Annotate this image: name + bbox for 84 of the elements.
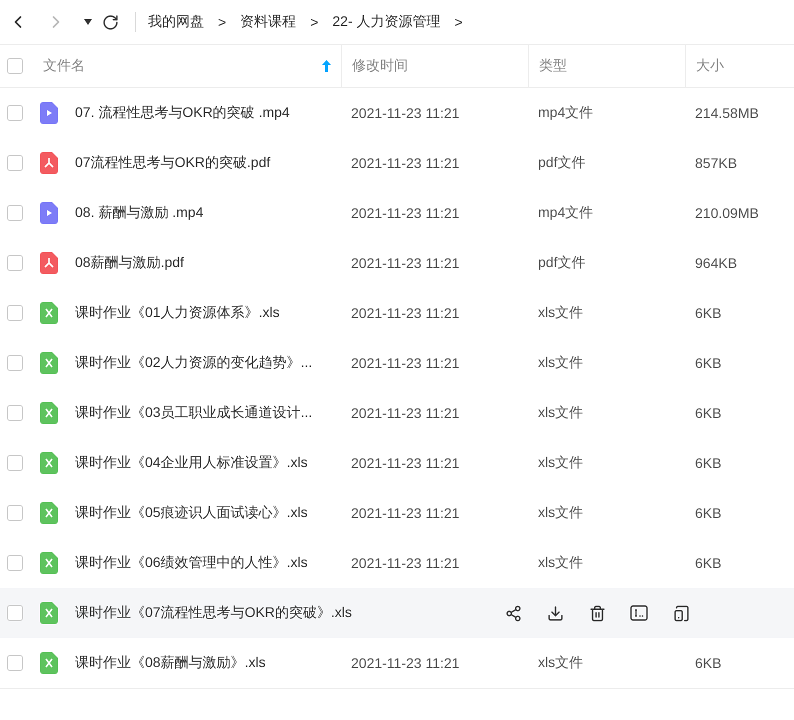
row-checkbox[interactable] <box>7 355 23 371</box>
modified-time: 2021-11-23 11:21 <box>350 155 460 171</box>
video-file-icon <box>40 202 58 224</box>
breadcrumb-separator: > <box>454 14 463 30</box>
file-row[interactable]: 课时作业《07流程性思考与OKR的突破》.xls <box>0 588 794 638</box>
spreadsheet-file-icon <box>40 452 58 474</box>
spreadsheet-file-icon <box>40 652 58 674</box>
file-size: 857KB <box>694 155 738 171</box>
file-size: 6KB <box>694 505 722 521</box>
column-header[interactable]: 修改时间 <box>352 57 408 75</box>
file-size: 6KB <box>694 455 722 471</box>
column-header[interactable]: 大小 <box>696 57 724 75</box>
column-header[interactable]: 文件名 <box>43 57 85 75</box>
file-name[interactable]: 课时作业《07流程性思考与OKR的突破》.xls <box>75 604 352 622</box>
file-name[interactable]: 08薪酬与激励.pdf <box>75 254 184 272</box>
row-checkbox[interactable] <box>7 555 23 571</box>
file-name[interactable]: 课时作业《05痕迹识人面试读心》.xls <box>75 504 308 522</box>
row-checkbox[interactable] <box>7 505 23 521</box>
file-type: xls文件 <box>537 404 584 422</box>
sort-ascending-icon[interactable] <box>322 60 331 72</box>
file-type: xls文件 <box>537 554 584 572</box>
modified-time: 2021-11-23 11:21 <box>350 405 460 421</box>
file-size: 6KB <box>694 555 722 571</box>
row-checkbox[interactable] <box>7 105 23 121</box>
breadcrumb-link[interactable]: 资料课程 <box>240 13 296 31</box>
spreadsheet-file-icon <box>40 602 58 624</box>
breadcrumb-separator: > <box>218 14 226 30</box>
select-all-checkbox[interactable] <box>7 58 23 74</box>
file-type: xls文件 <box>537 304 584 322</box>
column-header[interactable]: 类型 <box>539 57 567 75</box>
modified-time: 2021-11-23 11:21 <box>350 105 460 121</box>
modified-time: 2021-11-23 11:21 <box>350 655 460 671</box>
spreadsheet-file-icon <box>40 302 58 324</box>
row-checkbox[interactable] <box>7 155 23 171</box>
file-size: 964KB <box>694 255 738 271</box>
refresh-button[interactable] <box>102 14 119 30</box>
modified-time: 2021-11-23 11:21 <box>350 255 460 271</box>
file-name[interactable]: 课时作业《03员工职业成长通道设计... <box>75 404 312 422</box>
file-type: xls文件 <box>537 654 584 672</box>
modified-time: 2021-11-23 11:21 <box>350 505 460 521</box>
row-checkbox[interactable] <box>7 655 23 671</box>
file-size: 6KB <box>694 405 722 421</box>
file-type: pdf文件 <box>537 254 586 272</box>
file-name[interactable]: 07流程性思考与OKR的突破.pdf <box>75 154 270 172</box>
file-size: 6KB <box>694 655 722 671</box>
dropdown-button[interactable] <box>84 19 92 25</box>
file-type: pdf文件 <box>537 154 586 172</box>
row-checkbox[interactable] <box>7 605 23 621</box>
modified-time: 2021-11-23 11:21 <box>350 455 460 471</box>
row-checkbox[interactable] <box>7 305 23 321</box>
modified-time: 2021-11-23 11:21 <box>350 355 460 371</box>
file-size: 214.58MB <box>694 105 760 121</box>
spreadsheet-file-icon <box>40 552 58 574</box>
modified-time: 2021-11-23 11:21 <box>350 205 460 221</box>
row-checkbox[interactable] <box>7 405 23 421</box>
pdf-file-icon <box>40 152 58 174</box>
file-type: xls文件 <box>537 454 584 472</box>
file-type: xls文件 <box>537 354 584 372</box>
file-size: 6KB <box>694 305 722 321</box>
file-name[interactable]: 课时作业《08薪酬与激励》.xls <box>75 654 266 672</box>
video-file-icon <box>40 102 58 124</box>
file-name[interactable]: 08. 薪酬与激励 .mp4 <box>75 204 204 222</box>
file-type: mp4文件 <box>537 104 594 122</box>
file-name[interactable]: 课时作业《04企业用人标准设置》.xls <box>75 454 308 472</box>
row-checkbox[interactable] <box>7 455 23 471</box>
modified-time: 2021-11-23 11:21 <box>350 305 460 321</box>
file-name[interactable]: 课时作业《01人力资源体系》.xls <box>75 304 280 322</box>
row-checkbox[interactable] <box>7 255 23 271</box>
spreadsheet-file-icon <box>40 352 58 374</box>
file-name[interactable]: 课时作业《02人力资源的变化趋势》... <box>75 354 312 372</box>
file-size: 210.09MB <box>694 205 760 221</box>
breadcrumb-link[interactable]: 22- 人力资源管理 <box>332 13 440 31</box>
spreadsheet-file-icon <box>40 402 58 424</box>
file-name[interactable]: 07. 流程性思考与OKR的突破 .mp4 <box>75 104 290 122</box>
file-type: xls文件 <box>537 504 584 522</box>
file-size: 6KB <box>694 355 722 371</box>
breadcrumb-link[interactable]: 我的网盘 <box>148 13 204 31</box>
breadcrumb-separator: > <box>310 14 318 30</box>
file-type: mp4文件 <box>537 204 594 222</box>
row-checkbox[interactable] <box>7 205 23 221</box>
pdf-file-icon <box>40 252 58 274</box>
spreadsheet-file-icon <box>40 502 58 524</box>
file-name[interactable]: 课时作业《06绩效管理中的人性》.xls <box>75 554 308 572</box>
modified-time: 2021-11-23 11:21 <box>350 555 460 571</box>
